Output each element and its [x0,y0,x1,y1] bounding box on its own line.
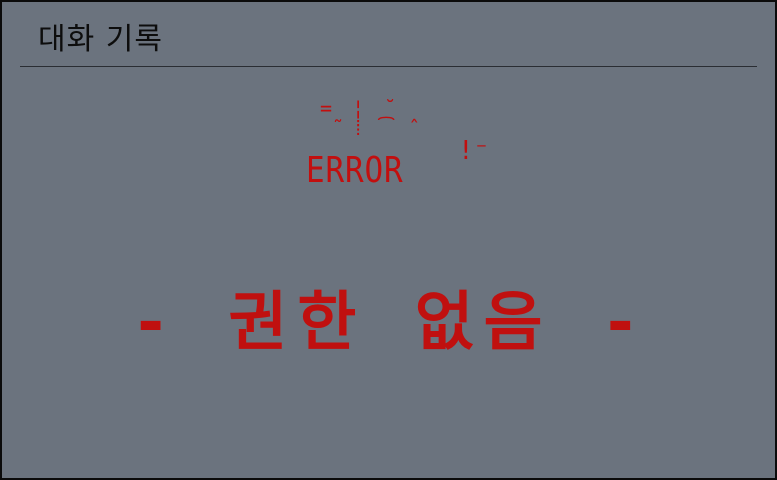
error-exclamation: !⁻ [458,136,490,166]
error-graphic: = ¦ ˘ ̃ ⁞ ͡ ̂ ERROR !⁻ [292,98,512,198]
permission-denied-message: - 권한 없음 - [131,286,650,360]
glitch-noise: = ¦ ˘ ̃ ⁞ ͡ ̂ [320,96,413,140]
chat-history-window: 대화 기록 = ¦ ˘ ̃ ⁞ ͡ ̂ ERROR !⁻ - 권한 없음 - [0,0,777,480]
error-label: ERROR [306,150,404,191]
title-bar: 대화 기록 [20,14,757,67]
window-title: 대화 기록 [38,22,163,57]
